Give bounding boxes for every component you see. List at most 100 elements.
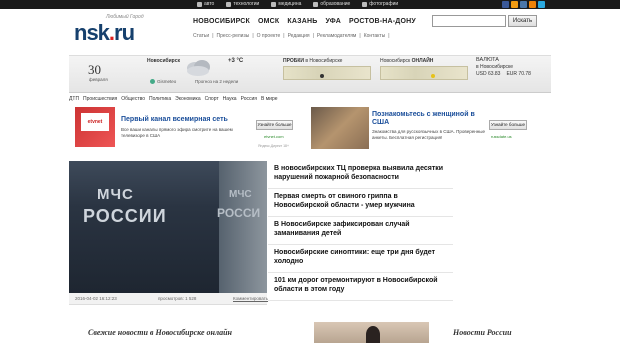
logo-main: nsk bbox=[74, 20, 110, 45]
vk-icon[interactable] bbox=[520, 1, 527, 8]
rss-icon[interactable] bbox=[511, 1, 518, 8]
twitter-icon[interactable] bbox=[538, 1, 545, 8]
top-link-label: авто bbox=[204, 1, 215, 7]
top-links: авто технологии медицина образование фот… bbox=[197, 1, 398, 7]
top-link-label: медицина bbox=[278, 1, 302, 7]
ad-title[interactable]: Первый канал всемирная сеть bbox=[121, 116, 228, 123]
category-link[interactable]: Россия bbox=[241, 96, 257, 102]
traffic-label[interactable]: ПРОБКИ в Новосибирске bbox=[283, 58, 342, 64]
top-link-photos[interactable]: фотографии bbox=[362, 1, 398, 7]
news-photo[interactable] bbox=[314, 322, 429, 343]
ad-footer[interactable]: Яндекс.Директ 18+ bbox=[258, 144, 289, 148]
subnav-link[interactable]: Контакты bbox=[364, 33, 386, 39]
category-link[interactable]: Политика bbox=[149, 96, 171, 102]
headline-item[interactable]: 101 км дорог отремонтируют в Новосибирск… bbox=[268, 273, 453, 301]
currency-widget: ВАЛЮТА в Новосибирске USD 63.83 EUR 70.7… bbox=[476, 57, 531, 78]
subnav-separator: | bbox=[312, 33, 314, 39]
headline-item[interactable]: Первая смерть от свиного гриппа в Новоси… bbox=[268, 189, 453, 217]
comment-link[interactable]: Комментировать bbox=[233, 296, 268, 301]
city-link[interactable]: НОВОСИБИРСК bbox=[193, 18, 250, 25]
category-nav: ДТП Происшествия Общество Политика Эконо… bbox=[69, 96, 278, 102]
logo-tld: ru bbox=[114, 20, 135, 45]
subnav-separator: | bbox=[252, 33, 254, 39]
date-month: февраля bbox=[89, 77, 108, 82]
search-button[interactable]: Искать bbox=[508, 15, 537, 27]
online-label-rest: Новосибирск bbox=[380, 58, 412, 64]
city-link[interactable]: КАЗАНЬ bbox=[287, 18, 317, 25]
ad-learn-more-button[interactable]: Узнайте больше bbox=[489, 120, 527, 130]
subnav-link[interactable]: О проекте bbox=[257, 33, 281, 39]
online-label[interactable]: Новосибирск ОНЛАЙН bbox=[380, 58, 433, 64]
search-input[interactable] bbox=[432, 15, 506, 27]
category-link[interactable]: Спорт bbox=[205, 96, 219, 102]
gismeteo-label: Gismeteo bbox=[157, 79, 177, 84]
hero-date: 2016-04-02 16:12:23 bbox=[75, 296, 117, 301]
city-link[interactable]: УФА bbox=[325, 18, 341, 25]
city-link[interactable]: ОМСК bbox=[258, 18, 279, 25]
ad-title[interactable]: Познакомьтесь с женщиной в США bbox=[372, 111, 487, 127]
ad-etvnet-logo: etvnet bbox=[81, 113, 109, 131]
traffic-label-rest: в Новосибирске bbox=[304, 58, 343, 64]
category-link[interactable]: Общество bbox=[121, 96, 145, 102]
weather-city: Новосибирск bbox=[147, 58, 181, 64]
eur-rate: EUR 70.78 bbox=[506, 71, 531, 77]
camera-icon bbox=[362, 1, 368, 7]
ad-etvnet-image[interactable]: etvnet bbox=[75, 107, 115, 147]
headline-item[interactable]: В Новосибирске зафиксирован случай заман… bbox=[268, 217, 453, 245]
top-link-medicine[interactable]: медицина bbox=[271, 1, 301, 7]
top-bar: авто технологии медицина образование фот… bbox=[0, 0, 620, 9]
online-map[interactable] bbox=[380, 66, 468, 80]
medical-icon bbox=[271, 1, 277, 7]
subnav-link[interactable]: Статьи bbox=[193, 33, 209, 39]
subnav-separator: | bbox=[283, 33, 285, 39]
ad-site-link[interactable]: russdate.us bbox=[491, 134, 512, 139]
top-link-tech[interactable]: технологии bbox=[226, 1, 259, 7]
headline-item[interactable]: В новосибирских ТЦ проверка выявила деся… bbox=[268, 161, 453, 189]
online-label-strong: ОНЛАЙН bbox=[411, 58, 434, 64]
hero-background bbox=[219, 161, 267, 293]
forecast-link[interactable]: Прогноз на 2 недели bbox=[195, 79, 238, 84]
ad-learn-more-button[interactable]: Узнайте больше bbox=[256, 120, 293, 130]
section-title-local-news[interactable]: Свежие новости в Новосибирске онлайн bbox=[88, 328, 232, 337]
gismeteo-link[interactable]: Gismeteo bbox=[150, 79, 176, 84]
hero-text: РОССИИ bbox=[83, 206, 167, 226]
city-link[interactable]: РОСТОВ-НА-ДОНУ bbox=[349, 18, 416, 25]
subnav-separator: | bbox=[388, 33, 390, 39]
social-icons bbox=[502, 1, 545, 8]
hero-image[interactable]: МЧС РОССИИ МЧС РОССИ bbox=[69, 161, 267, 293]
ad-site-link[interactable]: etvnet.com bbox=[264, 134, 284, 139]
currency-rates: USD 63.83 EUR 70.78 bbox=[476, 71, 531, 78]
subnav-link[interactable]: Рекламодателям bbox=[317, 33, 356, 39]
facebook-icon[interactable] bbox=[502, 1, 509, 8]
site-logo[interactable]: Любимый Город nsk.ru bbox=[74, 14, 156, 45]
subnav-link[interactable]: Редакция bbox=[288, 33, 310, 39]
hero-text: МЧС bbox=[97, 186, 134, 203]
category-link[interactable]: Экономика bbox=[175, 96, 200, 102]
car-icon bbox=[197, 1, 202, 7]
ok-icon[interactable] bbox=[529, 1, 536, 8]
category-link[interactable]: Происшествия bbox=[83, 96, 117, 102]
top-link-education[interactable]: образование bbox=[313, 1, 350, 7]
sub-nav: Статьи | Пресс-релизы | О проекте | Реда… bbox=[193, 33, 390, 39]
category-link[interactable]: Наука bbox=[223, 96, 237, 102]
cloud-icon bbox=[187, 60, 210, 76]
map-marker-icon bbox=[431, 74, 435, 78]
ad-dating-image[interactable] bbox=[311, 107, 369, 149]
top-link-label: образование bbox=[320, 1, 351, 7]
top-link-auto[interactable]: авто bbox=[197, 1, 214, 7]
photo-person bbox=[366, 326, 380, 343]
chip-icon bbox=[226, 1, 232, 7]
temperature: +3 °C bbox=[228, 58, 244, 64]
currency-title: ВАЛЮТА bbox=[476, 57, 499, 63]
category-link[interactable]: ДТП bbox=[69, 96, 79, 102]
headline-item[interactable]: Новосибирские синоптики: еще три дня буд… bbox=[268, 245, 453, 273]
education-icon bbox=[313, 1, 319, 7]
ad-text: Знакомства для русскоязычных в США. Пров… bbox=[372, 129, 485, 140]
traffic-label-strong: ПРОБКИ bbox=[283, 58, 304, 64]
section-title-russia-news[interactable]: Новости России bbox=[453, 328, 512, 337]
usd-rate: USD 63.83 bbox=[476, 71, 501, 77]
category-link[interactable]: В мире bbox=[261, 96, 278, 102]
traffic-map[interactable] bbox=[283, 66, 371, 80]
subnav-link[interactable]: Пресс-релизы bbox=[217, 33, 250, 39]
subnav-separator: | bbox=[212, 33, 214, 39]
